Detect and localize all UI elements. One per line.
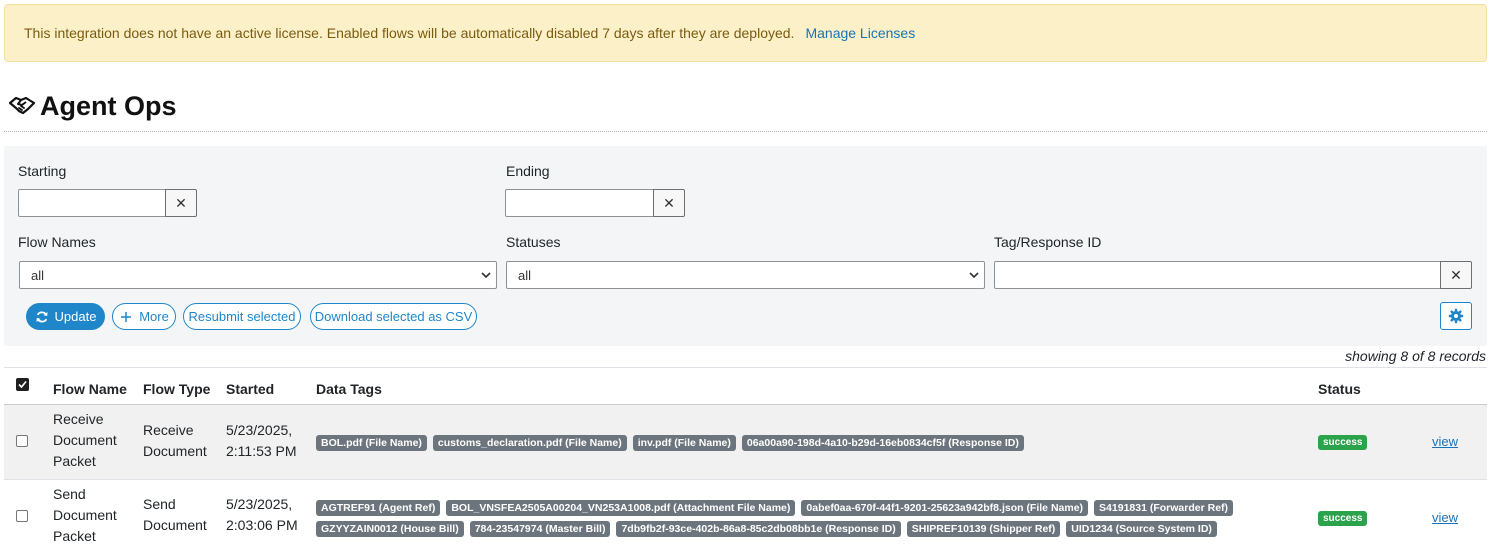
table-row: Receive Document Packet Receive Document… [4, 405, 1487, 480]
data-tag: BOL.pdf (File Name) [316, 435, 427, 451]
title-divider [4, 131, 1487, 132]
alert-message: This integration does not have an active… [24, 25, 795, 41]
checkmark-icon [18, 380, 27, 389]
started-cell: 5/23/2025, 2:11:53 PM [226, 422, 297, 459]
data-tag: S4191831 (Forwarder Ref) [1094, 500, 1234, 516]
ending-label: Ending [506, 163, 550, 179]
flow-names-value: all [31, 268, 45, 283]
status-badge: success [1318, 511, 1368, 526]
update-button[interactable]: Update [26, 303, 105, 330]
update-label: Update [54, 309, 97, 324]
data-tags-cell: BOL.pdf (File Name) customs_declaration.… [316, 435, 1266, 451]
download-csv-button[interactable]: Download selected as CSV [310, 303, 477, 330]
ending-date-input[interactable] [505, 189, 654, 217]
page-title-text: Agent Ops [40, 90, 177, 121]
gear-icon [1448, 308, 1464, 324]
flow-type-cell: Receive Document [143, 422, 207, 459]
flow-name-cell: Send Document Packet [53, 486, 117, 544]
page-title: Agent Ops [8, 86, 177, 126]
view-link[interactable]: view [1432, 510, 1458, 525]
data-tag: 7db9fb2f-93ce-402b-86a8-85c2db08bb1e (Re… [616, 521, 901, 537]
starting-label: Starting [18, 163, 67, 179]
header-started[interactable]: Started [226, 381, 274, 397]
data-tags-cell: AGTREF91 (Agent Ref) BOL_VNSFEA2505A0020… [316, 500, 1256, 537]
table-header: Flow Name Flow Type Started Data Tags St… [4, 367, 1487, 405]
flow-names-select[interactable]: all [19, 261, 497, 289]
data-tag: customs_declaration.pdf (File Name) [432, 435, 627, 451]
more-label: More [139, 309, 169, 324]
more-button[interactable]: More [112, 303, 176, 330]
view-link[interactable]: view [1432, 434, 1458, 449]
started-cell: 5/23/2025, 2:03:06 PM [226, 496, 298, 533]
flow-name-cell: Receive Document Packet [53, 411, 117, 469]
flow-type-cell: Send Document [143, 496, 207, 533]
status-badge: success [1318, 435, 1368, 450]
resubmit-selected-button[interactable]: Resubmit selected [183, 303, 301, 330]
table-row: Send Document Packet Send Document 5/23/… [4, 480, 1487, 549]
data-tag: UID1234 (Source System ID) [1066, 521, 1217, 537]
settings-button[interactable] [1440, 302, 1472, 330]
data-tag: 784-23547974 (Master Bill) [469, 521, 611, 537]
header-flow-type[interactable]: Flow Type [143, 381, 210, 397]
chevron-down-icon [969, 272, 979, 279]
data-tag: GZYYZAIN0012 (House Bill) [316, 521, 464, 537]
tag-response-input[interactable] [994, 261, 1441, 289]
data-tag: SHIPREF10139 (Shipper Ref) [906, 521, 1061, 537]
statuses-select[interactable]: all [506, 261, 985, 289]
plus-icon [121, 311, 132, 322]
filter-panel: Starting ✕ Ending ✕ Flow Names all Statu… [4, 146, 1487, 346]
data-tag: 0abef0aa-670f-44f1-9201-25623a942bf8.jso… [801, 500, 1089, 516]
row-checkbox[interactable] [16, 510, 28, 522]
manage-licenses-link[interactable]: Manage Licenses [805, 25, 915, 41]
statuses-value: all [518, 268, 532, 283]
refresh-icon [36, 311, 48, 322]
statuses-label: Statuses [506, 234, 561, 250]
starting-date-input[interactable] [18, 189, 166, 217]
header-flow-name[interactable]: Flow Name [53, 381, 127, 397]
header-status[interactable]: Status [1318, 381, 1361, 397]
clear-starting-button[interactable]: ✕ [165, 189, 197, 217]
select-all-checkbox[interactable] [16, 378, 29, 391]
clear-tag-button[interactable]: ✕ [1440, 261, 1472, 289]
flow-names-label: Flow Names [18, 234, 96, 250]
tag-response-label: Tag/Response ID [994, 234, 1102, 250]
header-data-tags: Data Tags [316, 381, 382, 397]
data-tag: 06a00a90-198d-4a10-b29d-16eb0834cf5f (Re… [741, 435, 1024, 451]
data-tag: BOL_VNSFEA2505A00204_VN253A1008.pdf (Att… [446, 500, 796, 516]
data-tag: AGTREF91 (Agent Ref) [316, 500, 441, 516]
row-checkbox[interactable] [16, 435, 28, 447]
license-alert: This integration does not have an active… [4, 4, 1487, 62]
data-tag: inv.pdf (File Name) [632, 435, 736, 451]
records-count: showing 8 of 8 records [1345, 348, 1486, 364]
clear-ending-button[interactable]: ✕ [653, 189, 685, 217]
chevron-down-icon [481, 272, 491, 279]
handshake-icon [8, 96, 36, 115]
